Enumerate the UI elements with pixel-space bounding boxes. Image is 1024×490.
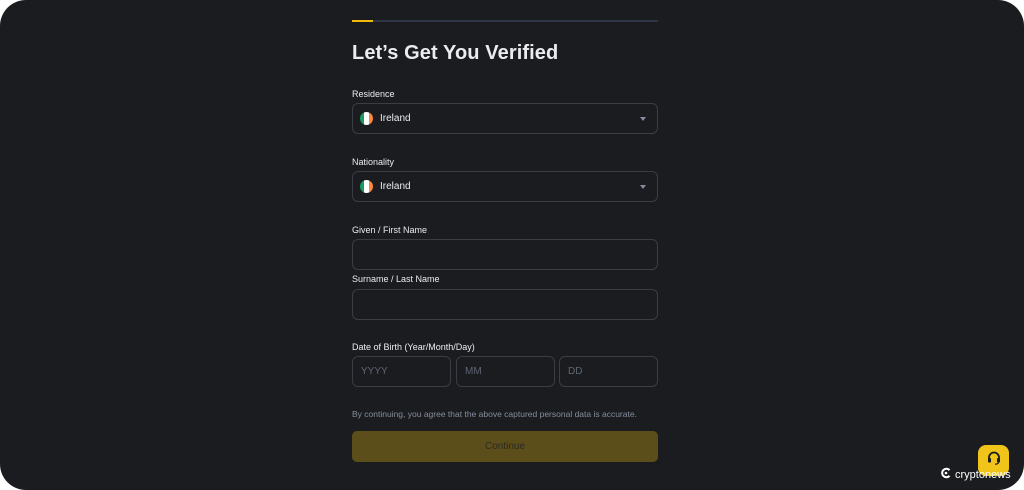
verification-page: Let’s Get You Verified Residence Ireland… — [0, 0, 1024, 490]
progress-bar-fill — [352, 20, 374, 22]
dob-month-input[interactable]: MM — [456, 356, 555, 387]
continue-button[interactable]: Continue — [352, 431, 658, 462]
ireland-flag-icon — [360, 180, 373, 193]
disclaimer-text: By continuing, you agree that the above … — [352, 409, 637, 419]
first-name-label: Given / First Name — [352, 225, 428, 235]
nationality-select[interactable]: Ireland — [352, 171, 658, 202]
first-name-input[interactable] — [352, 239, 658, 270]
dob-year-input[interactable]: YYYY — [352, 356, 451, 387]
progress-bar — [352, 20, 658, 22]
watermark-brand: cryptonews — [955, 468, 1011, 481]
chevron-down-icon — [640, 185, 646, 189]
ireland-flag-icon — [360, 112, 373, 125]
dob-day-input[interactable]: DD — [559, 356, 658, 387]
residence-select[interactable]: Ireland — [352, 103, 658, 134]
cryptonews-logo-icon — [940, 467, 955, 482]
nationality-label: Nationality — [352, 157, 395, 167]
last-name-input[interactable] — [352, 289, 658, 320]
cryptonews-watermark: cryptonews — [940, 467, 1011, 482]
chevron-down-icon — [640, 117, 646, 121]
residence-label: Residence — [352, 89, 395, 99]
dob-label: Date of Birth (Year/Month/Day) — [352, 342, 475, 352]
page-title: Let’s Get You Verified — [352, 42, 559, 64]
nationality-value: Ireland — [380, 181, 411, 192]
residence-value: Ireland — [380, 113, 411, 124]
last-name-label: Surname / Last Name — [352, 274, 440, 284]
